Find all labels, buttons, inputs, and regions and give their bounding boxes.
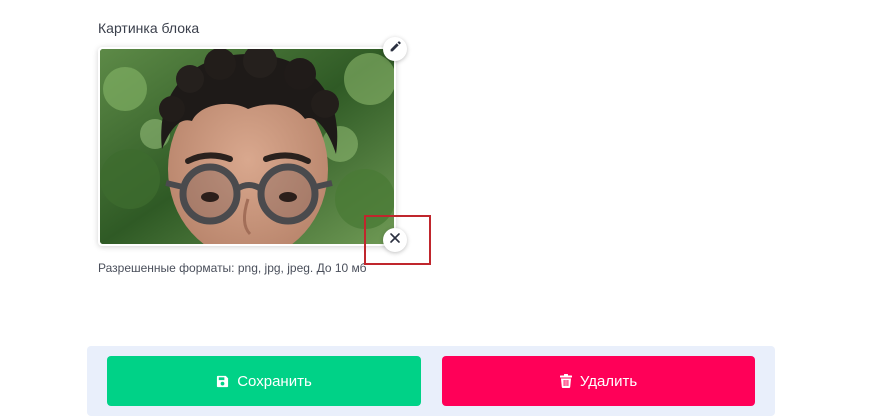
- field-label: Картинка блока: [98, 20, 200, 36]
- pencil-icon: [389, 40, 402, 58]
- delete-button-label: Удалить: [579, 372, 638, 390]
- close-icon: [389, 231, 401, 249]
- image-preview: [100, 49, 394, 244]
- delete-button[interactable]: Удалить: [442, 356, 755, 406]
- save-button-label: Сохранить: [237, 372, 312, 390]
- remove-image-button[interactable]: [383, 228, 407, 252]
- edit-image-button[interactable]: [383, 37, 407, 61]
- allowed-formats-hint: Разрешенные форматы: png, jpg, jpeg. До …: [98, 261, 367, 275]
- save-button[interactable]: Сохранить: [107, 356, 421, 406]
- floppy-disk-icon: [216, 375, 229, 388]
- action-bar: Сохранить Удалить: [87, 346, 775, 416]
- block-image-editor: Картинка блока Разрешенные форматы: png,…: [0, 0, 883, 420]
- trash-icon: [559, 374, 572, 388]
- image-card: [98, 47, 396, 246]
